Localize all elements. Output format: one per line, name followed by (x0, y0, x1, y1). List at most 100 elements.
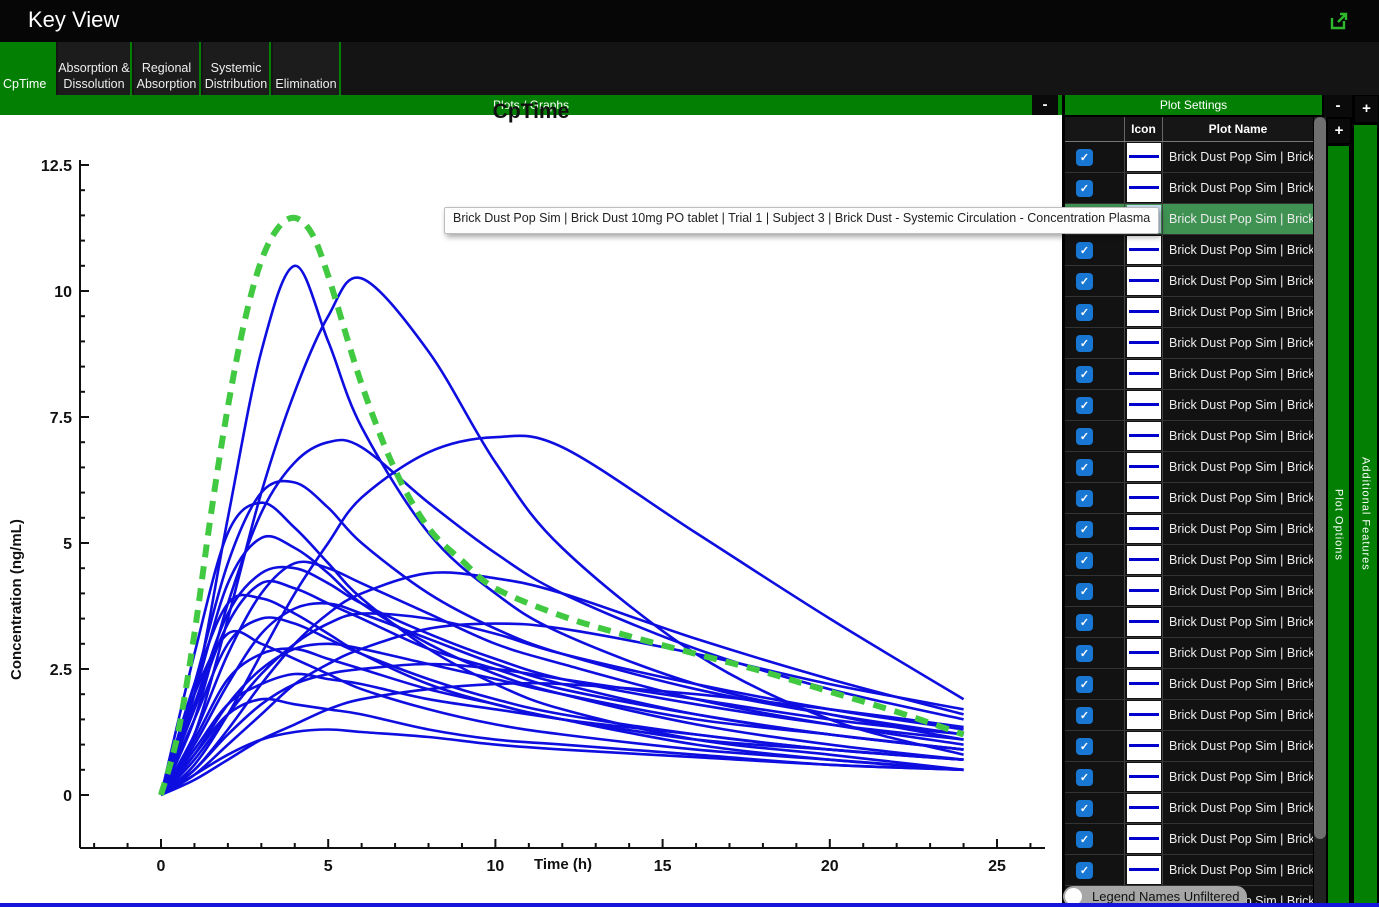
tab-elimination[interactable]: Elimination (273, 42, 341, 95)
line-style-icon (1127, 453, 1161, 481)
row-checkbox[interactable]: ✓ (1076, 862, 1093, 879)
row-checkbox-cell: ✓ (1065, 173, 1125, 203)
tab-cptime[interactable]: CpTime (0, 42, 56, 95)
row-checkbox-cell: ✓ (1065, 824, 1125, 854)
table-row[interactable]: ✓Brick Dust Pop Sim | Brick (1065, 731, 1313, 762)
table-row[interactable]: ✓Brick Dust Pop Sim | Brick (1065, 359, 1313, 390)
row-checkbox[interactable]: ✓ (1076, 397, 1093, 414)
table-row[interactable]: ✓Brick Dust Pop Sim | Brick (1065, 297, 1313, 328)
subject-curve-s14[interactable] (161, 613, 964, 795)
row-checkbox-cell: ✓ (1065, 142, 1125, 172)
row-plot-name: Brick Dust Pop Sim | Brick (1163, 235, 1313, 265)
plot-settings-header: Plot Settings (1065, 95, 1322, 115)
plot-settings-scrollbar[interactable] (1314, 117, 1326, 903)
plots-graphs-collapse-button[interactable]: - (1032, 95, 1058, 115)
y-tick-label: 12.5 (41, 158, 72, 175)
row-checkbox[interactable]: ✓ (1076, 459, 1093, 476)
table-row[interactable]: ✓Brick Dust Pop Sim | Brick (1065, 545, 1313, 576)
row-checkbox-cell: ✓ (1065, 762, 1125, 792)
table-row[interactable]: ✓Brick Dust Pop Sim | Brick (1065, 855, 1313, 886)
table-row[interactable]: ✓Brick Dust Pop Sim | Brick (1065, 514, 1313, 545)
x-tick-label: 15 (654, 858, 672, 875)
row-plot-name: Brick Dust Pop Sim | Brick (1163, 142, 1313, 172)
row-checkbox[interactable]: ✓ (1076, 645, 1093, 662)
titlebar: Key View (0, 0, 1379, 42)
row-checkbox[interactable]: ✓ (1076, 831, 1093, 848)
row-checkbox-cell: ✓ (1065, 855, 1125, 885)
table-row[interactable]: ✓Brick Dust Pop Sim | Brick (1065, 669, 1313, 700)
row-checkbox[interactable]: ✓ (1076, 738, 1093, 755)
row-checkbox-cell: ✓ (1065, 452, 1125, 482)
header-checkbox-column (1065, 117, 1125, 141)
row-checkbox[interactable]: ✓ (1076, 149, 1093, 166)
row-icon-cell (1125, 669, 1163, 699)
row-checkbox[interactable]: ✓ (1076, 428, 1093, 445)
row-checkbox[interactable]: ✓ (1076, 769, 1093, 786)
table-row[interactable]: ✓Brick Dust Pop Sim | Brick (1065, 452, 1313, 483)
tab-regional-absorption[interactable]: Regional Absorption (134, 42, 201, 95)
row-checkbox-cell: ✓ (1065, 576, 1125, 606)
row-checkbox[interactable]: ✓ (1076, 366, 1093, 383)
row-checkbox[interactable]: ✓ (1076, 800, 1093, 817)
row-checkbox[interactable]: ✓ (1076, 676, 1093, 693)
row-checkbox[interactable]: ✓ (1076, 707, 1093, 724)
plot-settings-collapse-button[interactable]: - (1324, 95, 1352, 117)
line-style-icon (1127, 422, 1161, 450)
row-checkbox[interactable]: ✓ (1076, 552, 1093, 569)
table-row[interactable]: ✓ Brick Dust Pop Sim | Brick (1065, 142, 1313, 173)
table-row[interactable]: ✓ Brick Dust Pop Sim | Brick (1065, 793, 1313, 824)
table-row[interactable]: ✓Brick Dust Pop Sim | Brick (1065, 328, 1313, 359)
subject-curve-s15[interactable] (161, 617, 964, 795)
row-plot-name: Brick Dust Pop Sim | Brick (1163, 576, 1313, 606)
table-row[interactable]: ✓Brick Dust Pop Sim | Brick (1065, 824, 1313, 855)
table-row[interactable]: ✓Brick Dust Pop Sim | Brick (1065, 638, 1313, 669)
plot-options-expand-button[interactable]: + (1328, 119, 1350, 143)
window-bottom-resize-edge[interactable] (0, 903, 1379, 907)
table-row[interactable]: ✓Brick Dust Pop Sim | Brick (1065, 421, 1313, 452)
row-checkbox[interactable]: ✓ (1076, 521, 1093, 538)
row-checkbox[interactable]: ✓ (1076, 242, 1093, 259)
sidebar-tab-additional-features[interactable]: Additional Features (1354, 125, 1377, 903)
line-style-icon (1127, 236, 1161, 264)
row-checkbox[interactable]: ✓ (1076, 273, 1093, 290)
subject-curve-s5[interactable] (161, 481, 964, 795)
row-checkbox[interactable]: ✓ (1076, 304, 1093, 321)
row-checkbox[interactable]: ✓ (1076, 490, 1093, 507)
row-icon-cell (1125, 762, 1163, 792)
window-title: Key View (28, 7, 119, 33)
row-icon-cell (1125, 235, 1163, 265)
table-row[interactable]: ✓Brick Dust Pop Sim | Brick (1065, 483, 1313, 514)
x-tick-label: 20 (821, 858, 839, 875)
table-row[interactable]: ✓Brick Dust Pop Sim | Brick (1065, 700, 1313, 731)
table-row[interactable]: ✓Brick Dust Pop Sim | Brick (1065, 390, 1313, 421)
table-row[interactable]: ✓ Brick Dust Pop Sim | Brick (1065, 235, 1313, 266)
plot-rows: ✓ Brick Dust Pop Sim | Brick ✓ Brick Dust P… (1065, 142, 1313, 907)
subject-curve-s24[interactable] (161, 730, 964, 796)
tab-absorption-dissolution[interactable]: Absorption & Dissolution (58, 42, 132, 95)
table-row[interactable]: ✓ Brick Dust Pop Sim | Brick (1065, 173, 1313, 204)
row-checkbox[interactable]: ✓ (1076, 583, 1093, 600)
row-plot-name: Brick Dust Pop Sim | Brick (1163, 173, 1313, 203)
tab-systemic-distribution[interactable]: Systemic Distribution (203, 42, 271, 95)
row-checkbox[interactable]: ✓ (1076, 335, 1093, 352)
sidebar-tab-plot-options[interactable]: Plot Options (1328, 146, 1349, 903)
row-checkbox-cell: ✓ (1065, 669, 1125, 699)
table-row[interactable]: ✓Brick Dust Pop Sim | Brick (1065, 762, 1313, 793)
row-checkbox[interactable]: ✓ (1076, 614, 1093, 631)
x-tick-label: 25 (988, 858, 1006, 875)
line-style-icon (1127, 360, 1161, 388)
plot-settings-table: Icon Plot Name ✓Brick Dust Pop Sim | Bri… (1065, 117, 1313, 907)
table-row[interactable]: ✓ Brick Dust Pop Sim | Brick (1065, 576, 1313, 607)
row-icon-cell (1125, 638, 1163, 668)
open-in-new-window-icon[interactable] (1329, 11, 1349, 31)
y-tick-label: 5 (63, 536, 72, 553)
additional-features-expand-button[interactable]: + (1355, 96, 1378, 122)
row-plot-name: Brick Dust Pop Sim | Brick (1163, 793, 1313, 823)
line-style-icon (1127, 856, 1161, 884)
row-checkbox[interactable]: ✓ (1076, 180, 1093, 197)
table-row[interactable]: ✓Brick Dust Pop Sim | Brick (1065, 607, 1313, 638)
table-row[interactable]: ✓Brick Dust Pop Sim | Brick (1065, 266, 1313, 297)
line-style-icon (1127, 825, 1161, 853)
scrollbar-thumb[interactable] (1314, 117, 1326, 839)
subject-curve-s22[interactable] (161, 683, 964, 795)
